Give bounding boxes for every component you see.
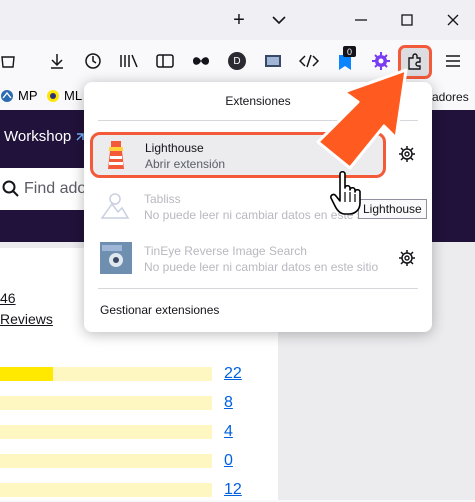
divider xyxy=(98,288,418,289)
new-tab-button[interactable]: + xyxy=(226,7,252,33)
extension-name: TinEye Reverse Image Search xyxy=(144,244,307,258)
search-placeholder: Find ado xyxy=(24,180,87,197)
rating-row[interactable]: 8 xyxy=(0,394,260,415)
bookmark-ml[interactable]: ML xyxy=(46,88,82,103)
bookmark-label: ML xyxy=(64,88,83,103)
title-bar: + xyxy=(0,0,475,40)
chevron-down-icon xyxy=(272,16,286,25)
tineye-icon xyxy=(100,242,132,274)
download-icon[interactable] xyxy=(44,48,70,74)
rating-row[interactable]: 22 xyxy=(0,365,260,386)
extension-subtitle: No puede leer ni cambiar datos en este s… xyxy=(144,260,379,274)
manage-extensions-link[interactable]: Gestionar extensiones xyxy=(100,303,219,317)
rating-bar-fill xyxy=(0,367,53,381)
rating-row[interactable]: 4 xyxy=(0,423,260,444)
search-icon xyxy=(2,180,19,197)
reviews-link[interactable]: Reviews xyxy=(0,311,53,327)
rating-bar-track xyxy=(0,425,212,439)
rating-row[interactable]: 0 xyxy=(0,452,260,473)
minimize-button[interactable] xyxy=(348,7,374,33)
menu-icon[interactable] xyxy=(440,48,466,74)
hand-cursor-icon xyxy=(330,170,361,215)
rating-bar-track xyxy=(0,483,212,497)
bookmark-overflow[interactable]: adores xyxy=(432,90,469,104)
lighthouse-icon xyxy=(108,141,124,169)
workshop-link[interactable]: Workshop xyxy=(4,128,85,145)
reviews-count[interactable]: 46 xyxy=(0,290,16,306)
rating-bar-track xyxy=(0,396,212,410)
rating-count[interactable]: 12 xyxy=(224,481,242,499)
library-icon[interactable] xyxy=(0,48,16,74)
rating-count[interactable]: 4 xyxy=(224,423,233,441)
screenshot-icon[interactable] xyxy=(260,48,286,74)
profile-icon[interactable]: D xyxy=(224,48,250,74)
bookmark-ml-icon xyxy=(47,89,59,102)
rating-row[interactable]: 12 xyxy=(0,481,260,502)
bookmark-label: MP xyxy=(18,88,38,103)
extension-settings-tineye[interactable] xyxy=(398,249,416,267)
tabliss-icon xyxy=(100,193,130,219)
rating-count[interactable]: 8 xyxy=(224,394,233,412)
maximize-icon xyxy=(401,14,413,26)
extension-subtitle: Abrir extensión xyxy=(145,157,226,171)
extension-item-tineye[interactable]: TinEye Reverse Image Search No puede lee… xyxy=(98,242,388,276)
mask-icon[interactable] xyxy=(188,48,214,74)
close-window-button[interactable] xyxy=(440,7,466,33)
close-icon xyxy=(447,14,459,26)
extension-name: Tabliss xyxy=(144,192,181,206)
rating-bar-track xyxy=(0,367,212,381)
rating-bar-track xyxy=(0,454,212,468)
tab-list-button[interactable] xyxy=(266,7,292,33)
extension-name: Lighthouse xyxy=(145,141,204,155)
minimize-icon xyxy=(355,19,367,21)
bookmarks-icon[interactable] xyxy=(116,48,142,74)
sidebar-icon[interactable] xyxy=(152,48,178,74)
profile-initial: D xyxy=(228,52,246,70)
bookmark-mp[interactable]: MP xyxy=(0,88,38,103)
rating-count[interactable]: 22 xyxy=(224,365,242,383)
arrow-annotation xyxy=(316,68,408,170)
bookmark-mp-icon xyxy=(1,89,13,102)
maximize-button[interactable] xyxy=(394,7,420,33)
rating-count[interactable]: 0 xyxy=(224,452,233,470)
history-icon[interactable] xyxy=(80,48,106,74)
workshop-label: Workshop xyxy=(4,128,72,145)
tooltip: Lighthouse xyxy=(358,199,427,219)
